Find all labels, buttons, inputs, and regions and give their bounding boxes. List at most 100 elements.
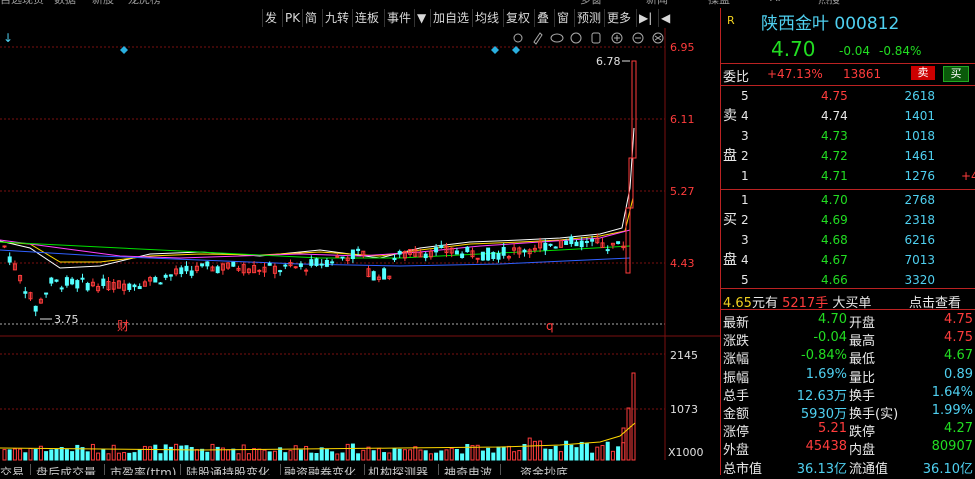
stock-title: 陕西金叶 000812 — [761, 9, 899, 34]
volume-bar — [413, 446, 418, 461]
volume-unit: X1000 — [668, 446, 704, 459]
candle — [434, 247, 439, 253]
toolbar-shijian[interactable]: 事件 — [384, 9, 413, 27]
eye-icon[interactable] — [550, 33, 564, 43]
volume-bar — [553, 445, 558, 461]
stat-value: 5.21 — [818, 421, 847, 437]
toolbar-overlay[interactable]: 叠 — [534, 9, 551, 27]
top-menu-item[interactable]: 新闻 — [646, 0, 668, 7]
kline-chart-area[interactable]: ↓ 6.78 3.75 财 q 6.95 6.11 5.27 4.43 2145… — [0, 28, 720, 475]
tab-margin-change[interactable]: 融资融券变化 — [284, 464, 356, 475]
toolbar-prev-arrow[interactable]: ◀ — [658, 9, 672, 27]
financial-report-marker[interactable]: 财 — [117, 319, 129, 333]
stat-label: 外盘 — [723, 443, 750, 459]
candle — [200, 263, 205, 267]
event-q-marker[interactable]: q — [546, 319, 554, 333]
refresh-icon[interactable] — [570, 32, 582, 44]
candles — [2, 60, 637, 317]
toolbar-jian[interactable]: 简 — [302, 9, 319, 27]
candle — [153, 277, 158, 283]
toolbar-pk[interactable]: PK — [282, 9, 302, 27]
bids-level: 5 — [741, 273, 749, 287]
top-menu-item[interactable]: 操盘 — [708, 0, 730, 7]
tab-hk-connect-holding[interactable]: 陆股通持股变化 — [186, 464, 270, 475]
volume-bars — [0, 372, 636, 461]
hand-icon[interactable] — [591, 32, 601, 44]
toolbar-forecast[interactable]: 预测 — [574, 9, 603, 27]
candle — [2, 245, 7, 248]
top-menu-item[interactable]: 热搜 — [818, 0, 840, 7]
stat-label: 最高 — [849, 334, 876, 350]
candle — [85, 283, 90, 291]
quote-panel: R 陕西金叶 000812 4.70 -0.04 -0.84% 委比 +47.1… — [720, 8, 975, 477]
chart-grid — [0, 28, 720, 460]
low-label: 3.75 — [54, 313, 79, 326]
candle — [54, 279, 59, 282]
toolbar-window[interactable]: 窗 — [554, 9, 571, 27]
volume-bar — [527, 437, 532, 461]
candle — [44, 292, 49, 295]
top-menu-item[interactable]: 新股 — [92, 0, 114, 7]
candle — [80, 277, 85, 280]
candle — [257, 269, 262, 272]
volume-bar — [64, 449, 69, 461]
volume-bar — [163, 444, 168, 461]
stat-label: 振幅 — [723, 370, 750, 386]
volume-bar — [70, 451, 75, 461]
top-menu-item[interactable]: AI — [770, 0, 781, 4]
volume-bar — [480, 450, 485, 461]
volume-bar — [132, 452, 137, 461]
toolbar-adjust[interactable]: 复权 — [503, 9, 532, 27]
bids-level: 4 — [741, 253, 749, 267]
toolbar-ma[interactable]: 均线 — [472, 9, 501, 27]
volume-bar — [335, 453, 340, 461]
volume-bar — [23, 452, 28, 461]
top-menu-item[interactable]: 自选 — [0, 0, 22, 7]
kline-chart-svg[interactable]: ↓ 6.78 3.75 财 q 6.95 6.11 5.27 4.43 2145… — [0, 28, 720, 475]
ask-side-label-1: 卖 — [723, 108, 737, 124]
candle — [584, 240, 589, 243]
tab-trade[interactable]: 交易 — [0, 464, 24, 475]
volume-bar — [96, 452, 101, 461]
indicator-tabbar: 交易 盘后成交量 市盈率(ttm) 陆股通持股变化 融资融券变化 机构探测器 神… — [0, 462, 720, 475]
toolbar-fa[interactable]: 发 — [262, 9, 279, 27]
stat-label: 总手 — [723, 388, 750, 404]
toolbar-jiuzhuan[interactable]: 九转 — [322, 9, 351, 27]
top-menu-item[interactable]: 现货 — [22, 0, 44, 7]
tab-pe-ttm[interactable]: 市盈率(ttm) — [110, 464, 176, 475]
toolbar-more[interactable]: 更多 — [604, 9, 633, 27]
top-menu-item[interactable]: 数据 — [54, 0, 76, 7]
buy-button[interactable]: 买 — [943, 66, 969, 82]
price-tick: 4.43 — [670, 257, 695, 270]
candle — [423, 253, 428, 259]
toolbar-next-arrow[interactable]: ▶| — [636, 9, 654, 27]
top-menu-item[interactable]: 多窗 — [580, 0, 602, 7]
volume-bar — [444, 449, 449, 461]
volume-bar — [231, 448, 236, 461]
toolbar-dropdown[interactable]: ▼ — [414, 9, 428, 27]
bid-side-label-1: 买 — [723, 212, 737, 228]
settings-icon[interactable] — [513, 33, 523, 43]
top-menu-item[interactable]: 龙虎榜 — [128, 0, 161, 7]
tab-magic-wave[interactable]: 神奇电波 — [444, 464, 492, 475]
stat-value: 80907 — [931, 439, 973, 455]
tab-afterhours-volume[interactable]: 盘后成交量 — [36, 464, 96, 475]
tab-bottom-fishing[interactable]: 资金抄底 — [520, 464, 568, 475]
bid-side-label-2: 盘 — [723, 252, 737, 268]
volume-bar — [600, 444, 605, 461]
toolbar-add-favorite[interactable]: 加自选 — [430, 9, 471, 27]
volume-bar — [558, 451, 563, 461]
stat-label: 开盘 — [849, 316, 876, 331]
volume-bar — [392, 448, 397, 461]
volume-bar — [215, 446, 220, 461]
sell-button[interactable]: 卖 — [911, 66, 935, 80]
volume-bar — [262, 449, 267, 461]
pen-icon[interactable] — [533, 32, 543, 45]
candle — [179, 267, 184, 275]
toolbar-lianban[interactable]: 连板 — [352, 9, 381, 27]
candle — [522, 249, 527, 253]
stock-change-pct: -0.84% — [879, 44, 922, 58]
candle — [371, 271, 376, 281]
volume-bar — [501, 446, 506, 461]
tab-institution-detector[interactable]: 机构探测器 — [368, 464, 428, 475]
